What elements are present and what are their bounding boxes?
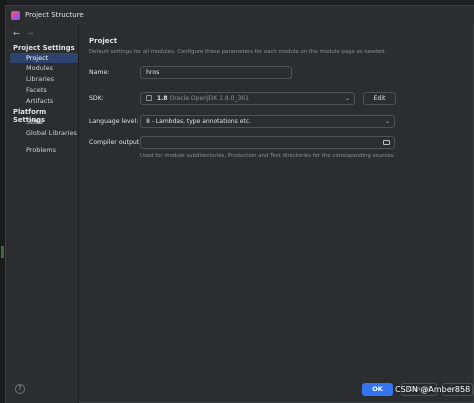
browse-folder-icon[interactable]: [383, 140, 390, 145]
intellij-logo-icon: [11, 10, 20, 20]
compiler-output-label: Compiler output:: [89, 139, 142, 146]
sidebar-item-global-libraries[interactable]: Global Libraries: [10, 128, 78, 138]
project-settings-panel: Project Default settings for all modules…: [80, 24, 474, 374]
chevron-down-icon: ⌄: [344, 95, 350, 102]
sidebar-item-libraries[interactable]: Libraries: [10, 74, 78, 84]
compiler-output-field[interactable]: [140, 136, 395, 149]
jdk-folder-icon: [146, 95, 152, 101]
compiler-output-hint: Used for module subdirectories, Producti…: [140, 153, 396, 159]
edit-sdk-button[interactable]: Edit: [363, 92, 396, 105]
sidebar-item-project[interactable]: Project: [10, 53, 78, 63]
language-level-value: 8 - Lambdas, type annotations etc.: [146, 118, 251, 125]
settings-sidebar: ← → Project Settings Project Modules Lib…: [6, 24, 79, 403]
page-title: Project: [89, 37, 118, 45]
sidebar-item-modules[interactable]: Modules: [10, 63, 78, 73]
sidebar-item-problems[interactable]: Problems: [10, 145, 78, 155]
name-label: Name:: [89, 69, 110, 76]
sdk-version: 1.8: [156, 95, 168, 102]
sdk-dropdown[interactable]: 1.8 Oracle OpenJDK 1.8.0_361 ⌄: [140, 92, 355, 105]
project-name-field[interactable]: hros: [140, 66, 292, 79]
gutter-marker: [1, 246, 4, 258]
language-level-dropdown[interactable]: 8 - Lambdas, type annotations etc. ⌄: [140, 115, 395, 128]
language-level-label: Language level:: [89, 118, 139, 125]
dialog-title: Project Structure: [25, 11, 84, 19]
sidebar-item-artifacts[interactable]: Artifacts: [10, 96, 78, 106]
nav-arrows: ← →: [13, 30, 33, 38]
forward-arrow-icon[interactable]: →: [27, 30, 34, 38]
sidebar-item-facets[interactable]: Facets: [10, 85, 78, 95]
help-button[interactable]: ?: [15, 384, 25, 394]
dialog-titlebar: Project Structure: [6, 6, 474, 24]
sdk-label: SDK:: [89, 95, 104, 102]
project-settings-heading: Project Settings: [13, 44, 75, 52]
chevron-down-icon: ⌄: [384, 118, 390, 125]
back-arrow-icon[interactable]: ←: [13, 30, 20, 38]
ok-button[interactable]: OK: [362, 383, 393, 396]
sdk-name: Oracle OpenJDK 1.8.0_361: [169, 95, 249, 102]
page-description: Default settings for all modules. Config…: [89, 49, 387, 55]
sidebar-item-sdks[interactable]: SDKs: [10, 117, 78, 127]
project-structure-dialog: Project Structure ← → Project Settings P…: [5, 5, 474, 403]
csdn-watermark: CSDN @Amber858: [395, 385, 471, 394]
